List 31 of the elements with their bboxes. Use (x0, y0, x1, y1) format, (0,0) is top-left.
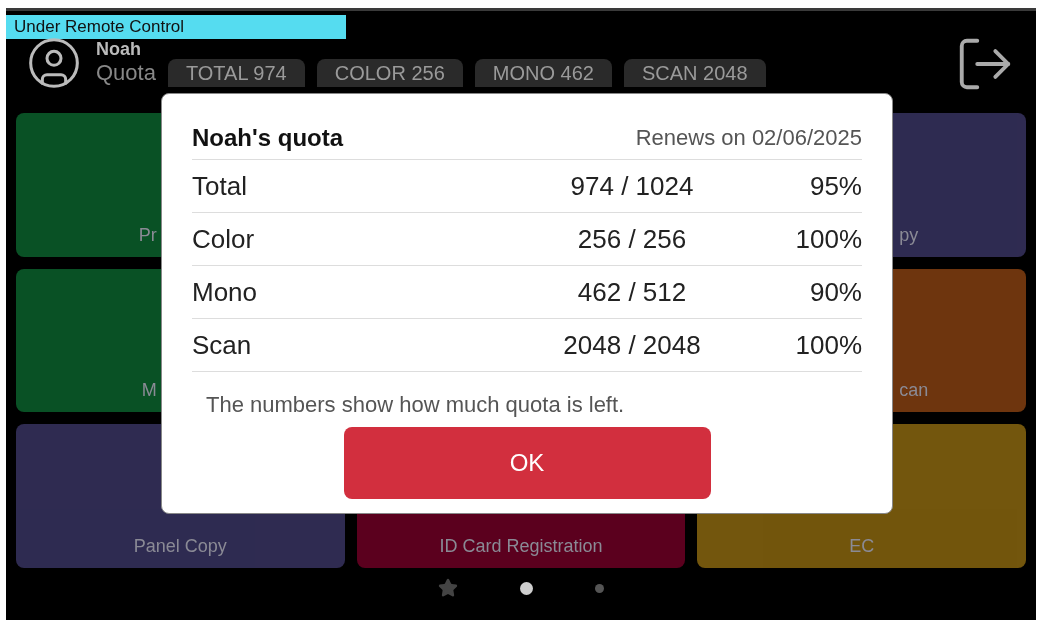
tile-label: py (899, 223, 919, 247)
quota-percent: 100% (794, 328, 862, 362)
quota-chip[interactable]: COLOR 256 (316, 59, 463, 87)
tile-label: ID Card Registration (439, 535, 603, 558)
quota-percent: 90% (808, 275, 862, 309)
tile-label: Pr (138, 223, 157, 247)
tile-label: Panel Copy (133, 535, 227, 558)
quota-chip[interactable]: TOTAL 974 (167, 59, 305, 87)
user-name: Noah (96, 39, 142, 59)
quota-chip[interactable]: SCAN 2048 (623, 59, 766, 87)
quota-type: Color (192, 222, 256, 256)
quota-type: Total (192, 169, 248, 203)
ok-button[interactable]: OK (343, 427, 711, 499)
remote-control-banner: Under Remote Control (6, 15, 346, 39)
user-avatar-icon[interactable] (26, 35, 82, 91)
quota-label: Quota (96, 59, 156, 87)
tile-label: M (141, 379, 157, 403)
dialog-title: Noah's quota (192, 122, 344, 153)
quota-amount: 462 / 512 (576, 275, 688, 309)
quota-amount: 974 / 1024 (569, 169, 695, 203)
renew-date: Renews on 02/06/2025 (635, 124, 862, 152)
quota-chip[interactable]: MONO 462 (474, 59, 612, 87)
tile-label: can (899, 379, 929, 403)
quota-amount: 2048 / 2048 (562, 328, 702, 362)
quota-amount: 256 / 256 (576, 222, 688, 256)
tile-label: EC (849, 535, 875, 558)
quota-percent: 100% (794, 222, 862, 256)
dialog-note: The numbers show how much quota is left. (206, 391, 626, 419)
quota-type: Mono (192, 275, 259, 309)
quota-type: Scan (192, 328, 253, 362)
quota-percent: 95% (808, 169, 862, 203)
